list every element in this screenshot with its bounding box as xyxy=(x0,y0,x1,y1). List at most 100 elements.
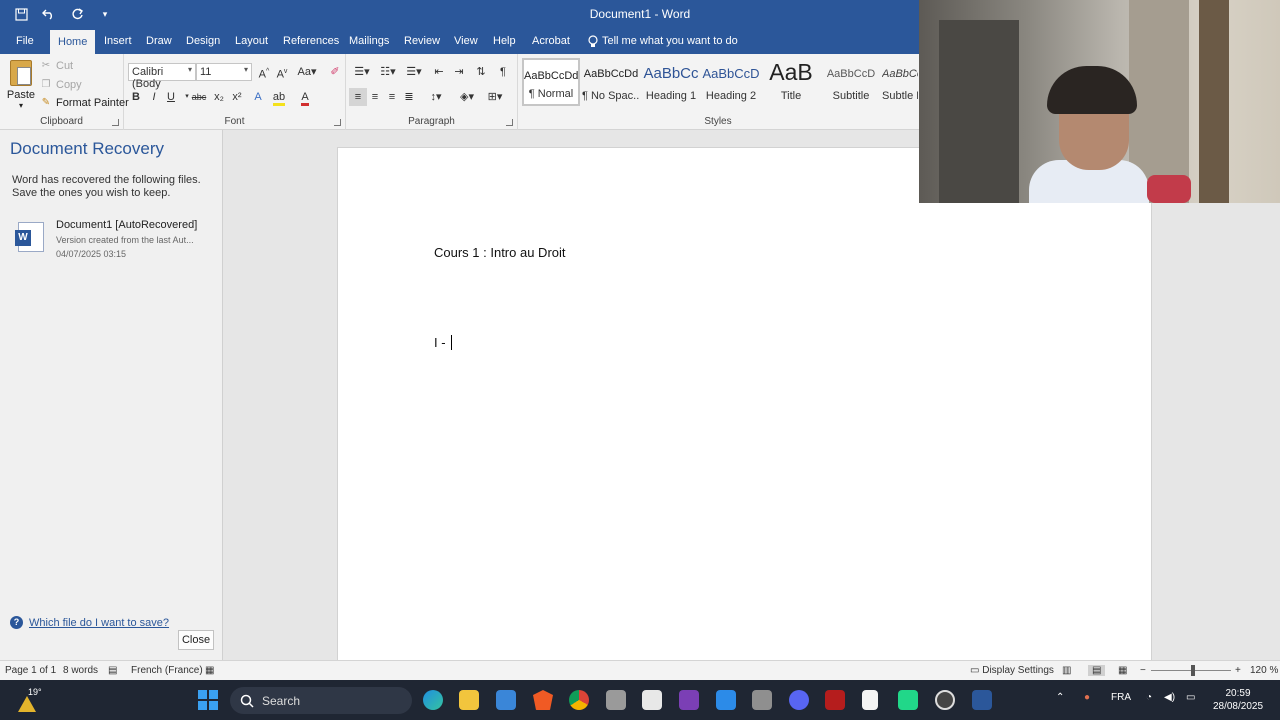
chevron-up-icon[interactable]: ⌃ xyxy=(1056,692,1064,703)
file-explorer-icon[interactable] xyxy=(459,690,479,710)
accessibility-icon[interactable]: ▦ xyxy=(205,665,214,676)
clear-formatting-icon[interactable]: ✐ xyxy=(326,63,344,81)
style-no-spacing[interactable]: AaBbCcDd ¶ No Spac... xyxy=(582,58,640,106)
system-clock[interactable]: 20:59 28/08/2025 xyxy=(1208,687,1268,713)
help-link[interactable]: ? Which file do I want to save? xyxy=(10,616,169,629)
tab-mailings[interactable]: Mailings xyxy=(341,28,397,54)
change-case-icon[interactable]: Aa▾ xyxy=(294,63,320,81)
word-count[interactable]: 8 words xyxy=(63,665,98,676)
shading-icon[interactable]: ◈▾ xyxy=(454,88,480,106)
tab-view[interactable]: View xyxy=(446,28,486,54)
font-name-combo[interactable]: Calibri (Body ▾ xyxy=(128,63,196,90)
recovered-file-item[interactable]: W Document1 [AutoRecovered] Version crea… xyxy=(14,218,214,262)
tab-draw[interactable]: Draw xyxy=(138,28,180,54)
windows-start-icon[interactable] xyxy=(198,690,218,710)
grow-font-icon[interactable]: A^ xyxy=(255,63,273,81)
print-layout-icon[interactable]: ▤ xyxy=(1088,665,1106,676)
borders-icon[interactable]: ⊞▾ xyxy=(482,88,508,106)
style-subtitle[interactable]: AaBbCcD Subtitle xyxy=(822,58,880,106)
justify-icon[interactable]: ≣ xyxy=(400,88,418,106)
close-button[interactable]: Close xyxy=(178,630,214,650)
wifi-icon[interactable]: ◔ xyxy=(1146,692,1152,703)
multilevel-list-icon[interactable]: ☰▾ xyxy=(402,63,426,81)
discord-icon[interactable] xyxy=(789,690,809,710)
tab-design[interactable]: Design xyxy=(178,28,228,54)
volume-icon[interactable]: ◀) xyxy=(1164,692,1175,703)
bullets-icon[interactable]: ☰▾ xyxy=(350,63,374,81)
text-effects-icon[interactable]: A xyxy=(249,88,267,106)
language-indicator[interactable]: French (France) xyxy=(131,665,203,676)
numbering-icon[interactable]: ☷▾ xyxy=(376,63,400,81)
tab-file[interactable]: File xyxy=(8,28,42,54)
word-icon[interactable] xyxy=(972,690,992,710)
copy-button[interactable]: ❐ Copy xyxy=(40,79,82,91)
edge-icon[interactable] xyxy=(423,690,443,710)
tab-layout[interactable]: Layout xyxy=(227,28,276,54)
onenote-icon[interactable] xyxy=(679,690,699,710)
microphone-icon[interactable]: ● xyxy=(1084,692,1090,703)
font-launcher-icon[interactable] xyxy=(334,119,341,126)
sort-icon[interactable]: ⇅ xyxy=(472,63,490,81)
align-center-icon[interactable]: ≡ xyxy=(366,88,384,106)
proofing-icon[interactable]: ▤ xyxy=(108,665,117,676)
tab-review[interactable]: Review xyxy=(396,28,448,54)
tab-insert[interactable]: Insert xyxy=(96,28,140,54)
pycharm-icon[interactable] xyxy=(898,690,918,710)
cut-button[interactable]: ✂ Cut xyxy=(40,60,73,72)
strikethrough-button[interactable]: abc xyxy=(188,88,210,106)
display-settings-button[interactable]: ▭ Display Settings xyxy=(970,665,1054,676)
bold-button[interactable]: B xyxy=(127,88,145,106)
style-subtle-emphasis[interactable]: AaBbCc Subtle E xyxy=(882,58,918,106)
snipping-tool-icon[interactable] xyxy=(642,690,662,710)
read-mode-icon[interactable]: ▥ xyxy=(1062,665,1071,676)
zoom-level[interactable]: 120 % xyxy=(1250,665,1278,676)
obs-icon[interactable] xyxy=(935,690,955,710)
clipboard-launcher-icon[interactable] xyxy=(112,119,119,126)
brave-icon[interactable] xyxy=(533,690,553,710)
battery-icon[interactable]: ▭ xyxy=(1186,692,1195,703)
tab-references[interactable]: References xyxy=(275,28,347,54)
chrome-icon[interactable] xyxy=(569,690,589,710)
align-right-icon[interactable]: ≡ xyxy=(383,88,401,106)
font-color-icon[interactable]: A xyxy=(296,88,314,106)
app-icon[interactable] xyxy=(752,690,772,710)
align-left-icon[interactable]: ≡ xyxy=(349,88,367,106)
italic-button[interactable]: I xyxy=(145,88,163,106)
tab-acrobat[interactable]: Acrobat xyxy=(524,28,578,54)
paragraph-launcher-icon[interactable] xyxy=(506,119,513,126)
style-normal[interactable]: AaBbCcDd ¶ Normal xyxy=(522,58,580,106)
weather-widget[interactable]: 19° xyxy=(16,686,46,714)
decrease-indent-icon[interactable]: ⇤ xyxy=(430,63,448,81)
increase-indent-icon[interactable]: ⇥ xyxy=(450,63,468,81)
input-language[interactable]: FRA xyxy=(1111,692,1131,703)
page-count[interactable]: Page 1 of 1 xyxy=(5,665,56,676)
pilcrow-icon[interactable]: ¶ xyxy=(494,63,512,81)
taskbar-search[interactable]: Search xyxy=(230,687,412,714)
style-title[interactable]: AaB Title xyxy=(762,58,820,106)
font-size-combo[interactable]: 11 ▾ xyxy=(196,63,252,81)
style-heading-1[interactable]: AaBbCc Heading 1 xyxy=(642,58,700,106)
zoom-in-icon[interactable]: + xyxy=(1235,665,1241,676)
shrink-font-icon[interactable]: Av xyxy=(273,63,291,81)
tab-help[interactable]: Help xyxy=(485,28,524,54)
zoom-out-icon[interactable]: − xyxy=(1140,665,1146,676)
superscript-button[interactable]: x² xyxy=(228,88,246,106)
document-text-line[interactable]: I - xyxy=(434,335,453,350)
tab-home[interactable]: Home xyxy=(50,30,96,54)
app-icon[interactable] xyxy=(606,690,626,710)
format-painter-button[interactable]: ✎ Format Painter xyxy=(40,97,129,109)
document-page[interactable]: Cours 1 : Intro au Droit I - xyxy=(337,147,1152,667)
subscript-button[interactable]: x₂ xyxy=(210,88,228,106)
style-heading-2[interactable]: AaBbCcD Heading 2 xyxy=(702,58,760,106)
vscode-icon[interactable] xyxy=(716,690,736,710)
highlight-icon[interactable]: ab xyxy=(270,88,288,106)
web-layout-icon[interactable]: ▦ xyxy=(1118,665,1127,676)
notepad-icon[interactable] xyxy=(862,690,878,710)
line-spacing-icon[interactable]: ↕▾ xyxy=(424,88,448,106)
document-heading-line[interactable]: Cours 1 : Intro au Droit xyxy=(434,245,566,260)
photos-icon[interactable] xyxy=(496,690,516,710)
paste-button[interactable]: Paste ▾ xyxy=(6,58,36,110)
zoom-slider-thumb[interactable] xyxy=(1191,665,1195,676)
tell-me-box[interactable]: Tell me what you want to do xyxy=(580,28,746,54)
voicemeeter-icon[interactable] xyxy=(825,690,845,710)
